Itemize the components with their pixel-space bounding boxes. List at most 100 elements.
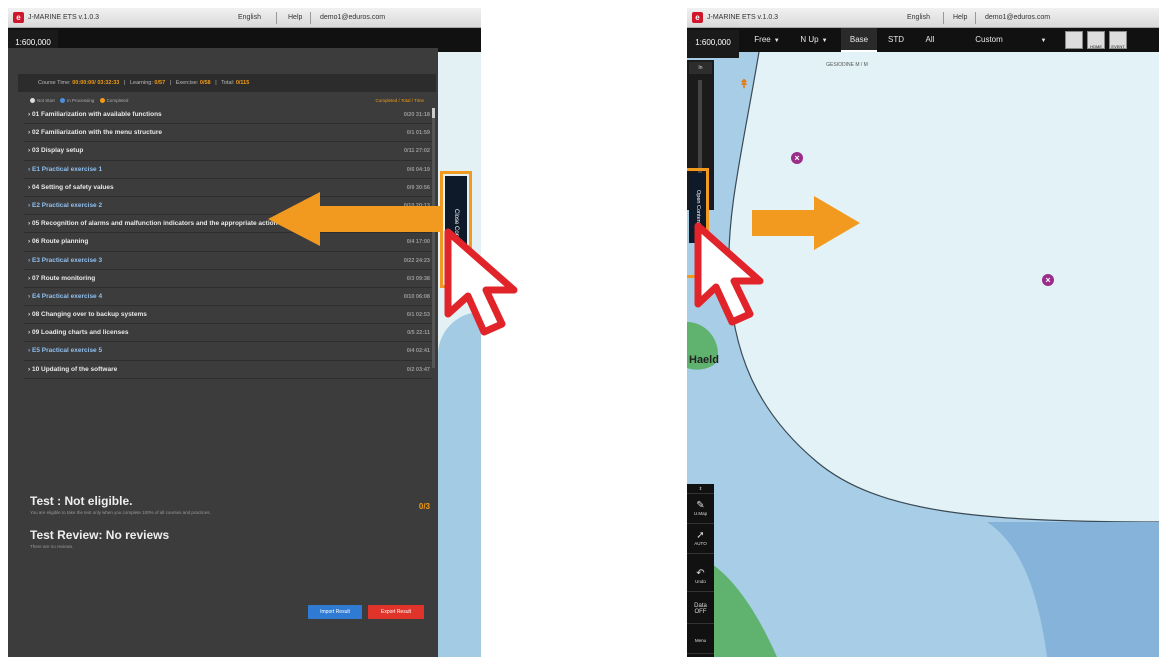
course-stats: Course Time: 00:00:00/ 03:32:33 | Learni… [18,74,436,92]
north-arrow-icon: ↟ [739,77,750,91]
divider [276,12,277,24]
tutorial-canvas: e J-MARINE ETS v.1.0.3 English Help demo… [0,0,1160,657]
custom-button[interactable]: Custom [951,28,1027,52]
course-title: 02 Familiarization with the menu structu… [31,129,163,137]
exercise-count: 0/58 [199,80,211,86]
import-result-button[interactable]: Import Result [308,605,362,619]
course-item[interactable]: › 03 Display setup 0/11 27:02 [24,142,432,161]
course-title: 04 Setting of safety values [31,183,114,191]
review-title: Test Review: No reviews [30,528,170,542]
test-score: 0/3 [418,502,430,511]
event-icon[interactable]: EVENT [1109,31,1127,49]
course-title: 01 Familiarization with available functi… [31,111,162,118]
data-off-button[interactable]: Data OFF [687,598,714,624]
export-result-button[interactable]: Export Result [368,605,424,619]
course-title: E4 Practical exercise 4 [31,292,103,300]
course-item[interactable]: › E4 Practical exercise 4 0/10 06:08 [24,288,432,307]
course-item[interactable]: › 07 Route monitoring 0/3 09:38 [24,270,432,288]
base-button[interactable]: Base [841,28,877,52]
course-title: E3 Practical exercise 3 [31,256,103,264]
right-screenshot: e J-MARINE ETS v.1.0.3 English Help demo… [687,8,1159,657]
right-titlebar: e J-MARINE ETS v.1.0.3 English Help demo… [687,8,1159,28]
auto-cursor-button[interactable]: ➚ AUTO [687,526,714,554]
course-time: 0/3 09:38 [406,275,430,282]
course-item[interactable]: › 09 Loading charts and licenses 0/5 22:1… [24,324,432,343]
waypoint-marker-icon[interactable]: × [791,152,803,164]
course-time: 0/1 02:53 [406,312,430,319]
collapse-toggle-icon[interactable]: ⇕ [687,484,714,494]
manual-map-button[interactable]: ✎ U.Map [687,496,714,524]
undo-label: Undo [695,579,706,584]
legend-completed: Completed [106,98,129,103]
pencil-icon: ✎ [696,500,705,511]
language-link[interactable]: English [907,14,930,21]
cursor-arrow-icon: ➚ [696,530,705,541]
zoom-in-button[interactable]: In [689,62,712,74]
menu-button[interactable]: Menu [687,630,714,654]
custom-dropdown[interactable]: ▼ [1035,28,1049,52]
course-time: 0/4 02:41 [406,348,430,355]
in-progress-dot-icon [60,98,66,104]
learning-label: Learning: [129,80,153,86]
app-name: J-MARINE ETS v.1.0.3 [28,14,100,21]
course-time: 0/6 04:19 [406,166,430,173]
course-time: 0/5 22:11 [407,330,430,337]
course-time-label: Course Time: [38,80,71,86]
course-item[interactable]: › 10 Updating of the software 0/2 03:47 [24,361,432,379]
status-legend: Not Start In Processing Completed [26,98,129,104]
free-label: Free [754,35,771,44]
waypoint-marker-icon[interactable]: × [1042,274,1054,286]
course-item[interactable]: › E3 Practical exercise 3 0/22 24:23 [24,252,432,270]
total-count: 0/115 [235,80,250,86]
course-item[interactable]: › E5 Practical exercise 5 0/4 02:41 [24,342,432,361]
home-label: HOME [1090,44,1102,49]
std-button[interactable]: STD [879,28,913,52]
left-screenshot: e J-MARINE ETS v.1.0.3 English Help demo… [8,8,481,657]
course-title: E2 Practical exercise 2 [31,201,103,209]
learning-count: 0/57 [154,80,166,86]
test-section: Test : Not eligible. You are eligible to… [30,494,430,515]
chart-view-icon[interactable] [1065,31,1083,49]
user-email: demo1@eduros.com [985,14,1051,21]
course-title: 08 Changing over to backup systems [31,311,147,319]
course-title: E1 Practical exercise 1 [31,165,103,173]
course-time: 0/2 03:47 [406,366,430,373]
all-button[interactable]: All [915,28,945,52]
completed-dot-icon [99,98,105,104]
chart-map[interactable]: GESIODINE M / M Haeld × × ↟ [687,52,1159,657]
course-time: 0/10 06:08 [403,293,430,300]
divider [310,12,311,24]
nup-label: N Up [800,35,819,44]
help-link[interactable]: Help [288,14,302,21]
divider [975,12,976,24]
scrollbar-thumb[interactable] [432,108,435,118]
mouse-pointer-icon [694,222,774,328]
language-link[interactable]: English [238,14,261,21]
app-logo-icon: e [13,12,24,23]
scale-display[interactable]: 1:600,000 [687,30,739,58]
course-item[interactable]: › 08 Changing over to backup systems 0/1 … [24,306,432,325]
manual-label: U.Map [693,511,708,516]
help-link[interactable]: Help [953,14,967,21]
course-title: E5 Practical exercise 5 [31,347,103,355]
course-item[interactable]: › E1 Practical exercise 1 0/6 04:19 [24,161,432,179]
map-area-label: GESIODINE M / M [826,62,868,68]
review-note: There are no reviews. [30,544,74,549]
sea-area [438,312,481,657]
course-title: 05 Recognition of alarms and malfunction… [31,220,278,228]
orientation-dropdown[interactable]: N Up ▼ [791,28,837,52]
course-item[interactable]: › 02 Familiarization with the menu struc… [24,124,432,143]
auto-label: AUTO [694,541,707,546]
caret-down-icon: ▼ [773,38,780,44]
course-item[interactable]: › 01 Familiarization with available func… [24,106,432,125]
motion-free-dropdown[interactable]: Free ▼ [747,28,787,52]
course-time: 0/1 01:59 [406,130,430,137]
legend-in-progress: In Processing [67,98,95,103]
divider [943,12,944,24]
test-title: Test : Not eligible. [30,494,133,508]
not-start-dot-icon [30,98,35,104]
course-time: 0/20 31:18 [403,112,430,118]
home-icon[interactable]: HOME [1087,31,1105,49]
undo-button[interactable]: ↶ Undo [687,564,714,592]
chart-map-strip [438,52,481,657]
